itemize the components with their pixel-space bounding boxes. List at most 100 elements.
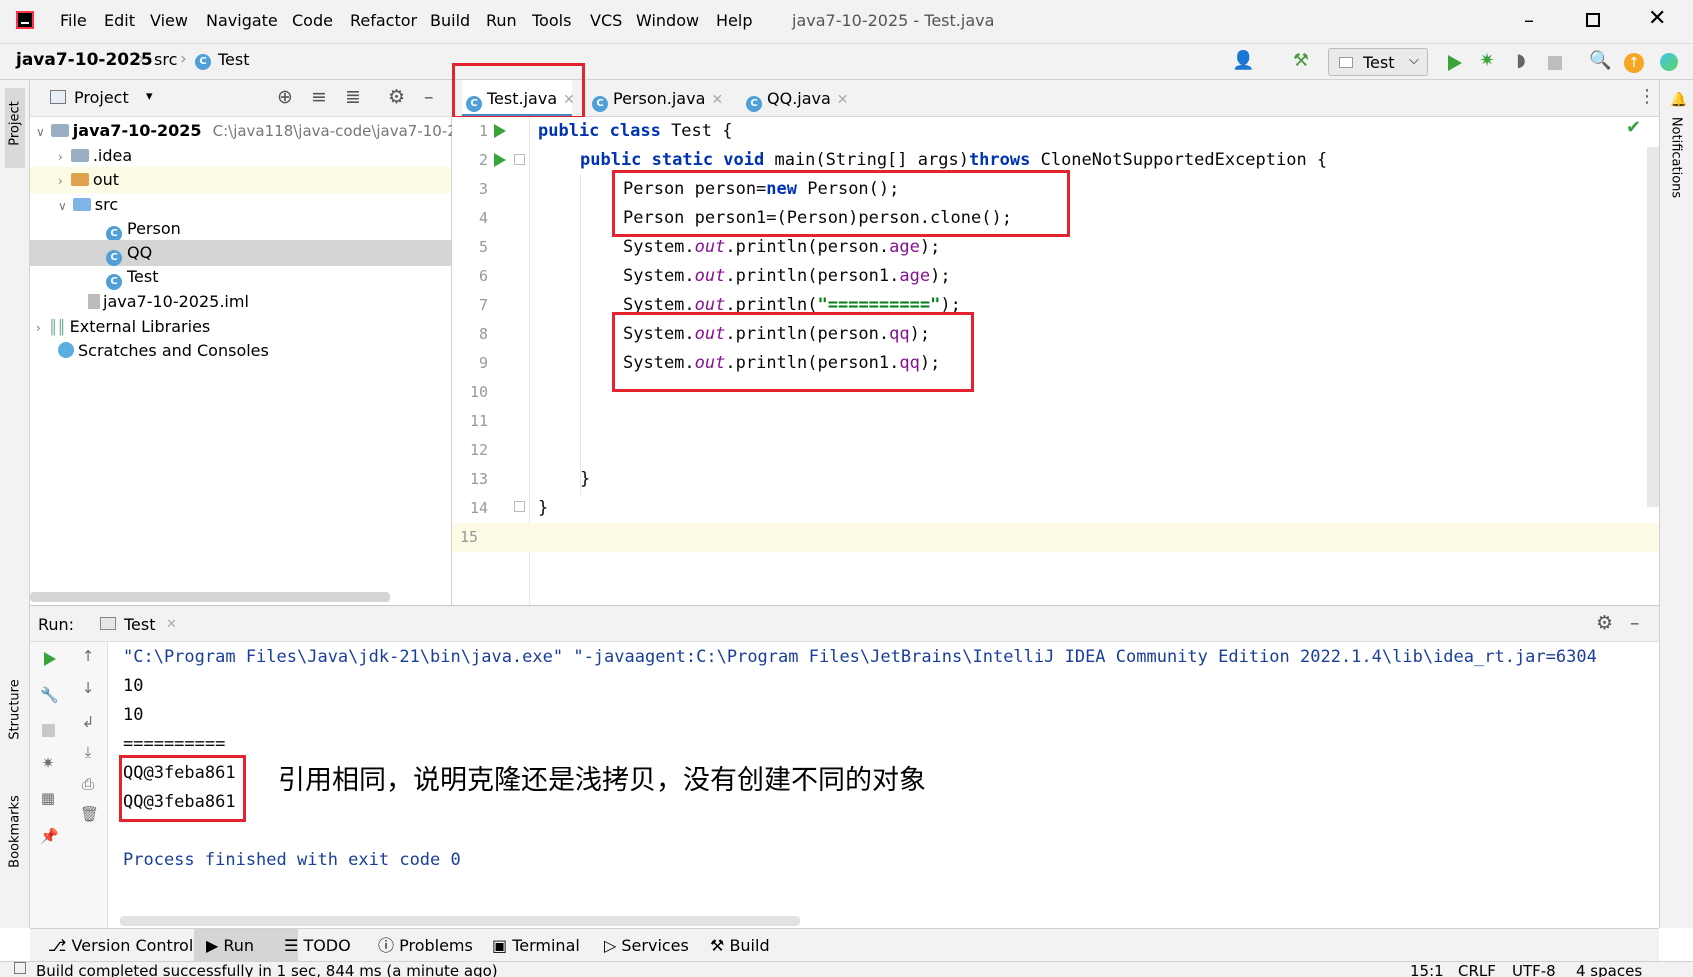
project-panel-title[interactable]: Project <box>74 88 129 107</box>
stop-icon[interactable] <box>42 724 55 737</box>
menu-file[interactable]: File <box>60 11 87 30</box>
bookmarks-tool-label[interactable]: Bookmarks <box>8 789 23 875</box>
run-config-select[interactable]: Test ⌵ <box>1328 48 1428 76</box>
class-icon: C <box>746 96 762 112</box>
coverage-icon[interactable]: ◗ <box>1510 50 1532 72</box>
close-icon[interactable]: ✕ <box>711 92 723 108</box>
horizontal-scrollbar[interactable] <box>30 592 390 602</box>
fold-icon[interactable] <box>514 154 525 165</box>
run-tab-label[interactable]: Test <box>124 615 156 634</box>
bottom-tool-tabs: ⎇ Version Control ▶ Run ☰ TODO ⓘ Problem… <box>30 928 1659 962</box>
soft-wrap-icon[interactable]: ↲ <box>80 714 96 730</box>
notifications-tool-label[interactable]: Notifications <box>1669 108 1684 208</box>
stop-icon[interactable] <box>1548 56 1562 70</box>
close-window-icon[interactable]: ✕ <box>1648 6 1666 31</box>
console-line: 10 <box>123 705 144 725</box>
menu-code[interactable]: Code <box>292 11 333 30</box>
vertical-scrollbar[interactable] <box>1647 147 1659 507</box>
menu-help[interactable]: Help <box>716 11 752 30</box>
tree-item-person[interactable]: C Person <box>106 216 181 242</box>
caret-position[interactable]: 15:1 <box>1410 962 1444 977</box>
tab-services[interactable]: ▷ Services <box>604 929 689 962</box>
tree-item-external-libraries[interactable]: › ║║ External Libraries <box>36 314 210 340</box>
run-gutter-icon[interactable] <box>494 124 506 138</box>
user-icon[interactable]: 👤 <box>1232 50 1254 72</box>
tab-version-control[interactable]: ⎇ Version Control <box>48 929 193 962</box>
wrench-icon[interactable]: 🔧 <box>40 687 59 703</box>
search-icon[interactable]: 🔍 <box>1589 50 1611 72</box>
chevron-down-icon[interactable]: ▾ <box>146 89 153 104</box>
tab-label: Services <box>621 936 689 955</box>
tab-build[interactable]: ⚒ Build <box>710 929 770 962</box>
line-number: 6 <box>478 267 488 285</box>
update-icon[interactable]: ↑ <box>1624 53 1644 73</box>
gear-icon[interactable]: ⚙ <box>1596 612 1613 634</box>
collapse-all-icon[interactable]: ≣ <box>345 86 361 108</box>
project-tool-button[interactable]: Project <box>5 88 25 168</box>
breadcrumb-project[interactable]: java7-10-2025 <box>16 50 153 70</box>
trash-icon[interactable]: 🗑 <box>80 806 99 822</box>
tree-item-scratches[interactable]: Scratches and Consoles <box>58 338 269 364</box>
hide-panel-icon[interactable]: – <box>424 86 434 108</box>
menu-vcs[interactable]: VCS <box>590 11 622 30</box>
menu-edit[interactable]: Edit <box>104 11 135 30</box>
indent-setting[interactable]: 4 spaces <box>1576 962 1642 977</box>
line-separator[interactable]: CRLF <box>1458 962 1496 977</box>
menu-build[interactable]: Build <box>430 11 470 30</box>
print-icon[interactable]: ⎙ <box>80 776 96 792</box>
gear-icon[interactable]: ⚙ <box>388 86 405 108</box>
tree-item-src[interactable]: ∨ src <box>58 192 118 218</box>
scroll-to-end-icon[interactable]: ⤓ <box>80 744 96 760</box>
tab-problems[interactable]: ⓘ Problems <box>378 929 473 962</box>
rerun-icon[interactable] <box>44 652 56 666</box>
tree-root[interactable]: ∨ java7-10-2025 C:\java118\java-code\java… <box>36 118 457 144</box>
menu-navigate[interactable]: Navigate <box>206 11 278 30</box>
tree-item-test[interactable]: C Test <box>106 264 159 290</box>
tab-person-java[interactable]: C Person.java ✕ <box>592 80 723 117</box>
horizontal-scrollbar[interactable] <box>120 916 800 926</box>
check-icon: ✔ <box>1626 117 1642 138</box>
more-tabs-icon[interactable]: ⋮ <box>1638 86 1656 107</box>
build-hammer-icon[interactable]: ⚒ <box>1290 50 1312 72</box>
menu-window[interactable]: Window <box>636 11 699 30</box>
arrow-down-icon[interactable]: ↓ <box>80 680 96 696</box>
menu-refactor[interactable]: Refactor <box>350 11 417 30</box>
menu-tools[interactable]: Tools <box>532 11 571 30</box>
tree-item-out[interactable]: › out <box>30 167 451 193</box>
maximize-icon[interactable] <box>1586 13 1600 27</box>
run-gutter-icon[interactable] <box>494 153 506 167</box>
chevron-right-icon: › <box>36 321 41 335</box>
debug-disabled-icon[interactable]: ✷ <box>40 755 56 771</box>
locate-icon[interactable]: ⊕ <box>277 86 293 108</box>
tree-item-idea[interactable]: › .idea <box>58 143 132 169</box>
tab-terminal[interactable]: ▣ Terminal <box>492 929 580 962</box>
minimize-icon[interactable]: – <box>1524 8 1534 32</box>
menu-view[interactable]: View <box>150 11 188 30</box>
tab-run[interactable]: ▶ Run <box>194 929 298 962</box>
breadcrumb-file[interactable]: Test <box>218 50 250 69</box>
menu-run[interactable]: Run <box>486 11 517 30</box>
hide-panel-icon[interactable]: – <box>1630 612 1640 634</box>
expand-all-icon[interactable]: ≡ <box>311 86 327 108</box>
tree-item-qq[interactable]: C QQ <box>30 240 451 266</box>
run-icon[interactable] <box>1448 55 1462 71</box>
console-line-command: "C:\Program Files\Java\jdk-21\bin\java.e… <box>123 647 1597 667</box>
project-tool-label: Project <box>7 101 23 146</box>
tab-qq-java[interactable]: C QQ.java ✕ <box>746 80 849 117</box>
arrow-up-icon[interactable]: ↑ <box>80 648 96 664</box>
line-number: 11 <box>469 412 488 430</box>
current-line-highlight <box>530 523 1659 552</box>
tab-todo[interactable]: ☰ TODO <box>284 929 351 962</box>
fold-icon[interactable] <box>514 501 525 512</box>
file-encoding[interactable]: UTF-8 <box>1512 962 1556 977</box>
breadcrumb-folder[interactable]: src <box>154 50 177 69</box>
tree-item-label: External Libraries <box>69 317 211 336</box>
plugin-icon[interactable] <box>1660 53 1678 71</box>
debug-icon[interactable]: ✷ <box>1476 50 1498 72</box>
structure-tool-label[interactable]: Structure <box>8 667 23 753</box>
tree-item-iml[interactable]: java7-10-2025.iml <box>88 289 249 315</box>
close-icon[interactable]: ✕ <box>837 92 849 108</box>
layout-icon[interactable]: ▦ <box>40 790 56 806</box>
close-icon[interactable]: ✕ <box>166 617 177 632</box>
pin-icon[interactable]: 📌 <box>40 828 59 844</box>
